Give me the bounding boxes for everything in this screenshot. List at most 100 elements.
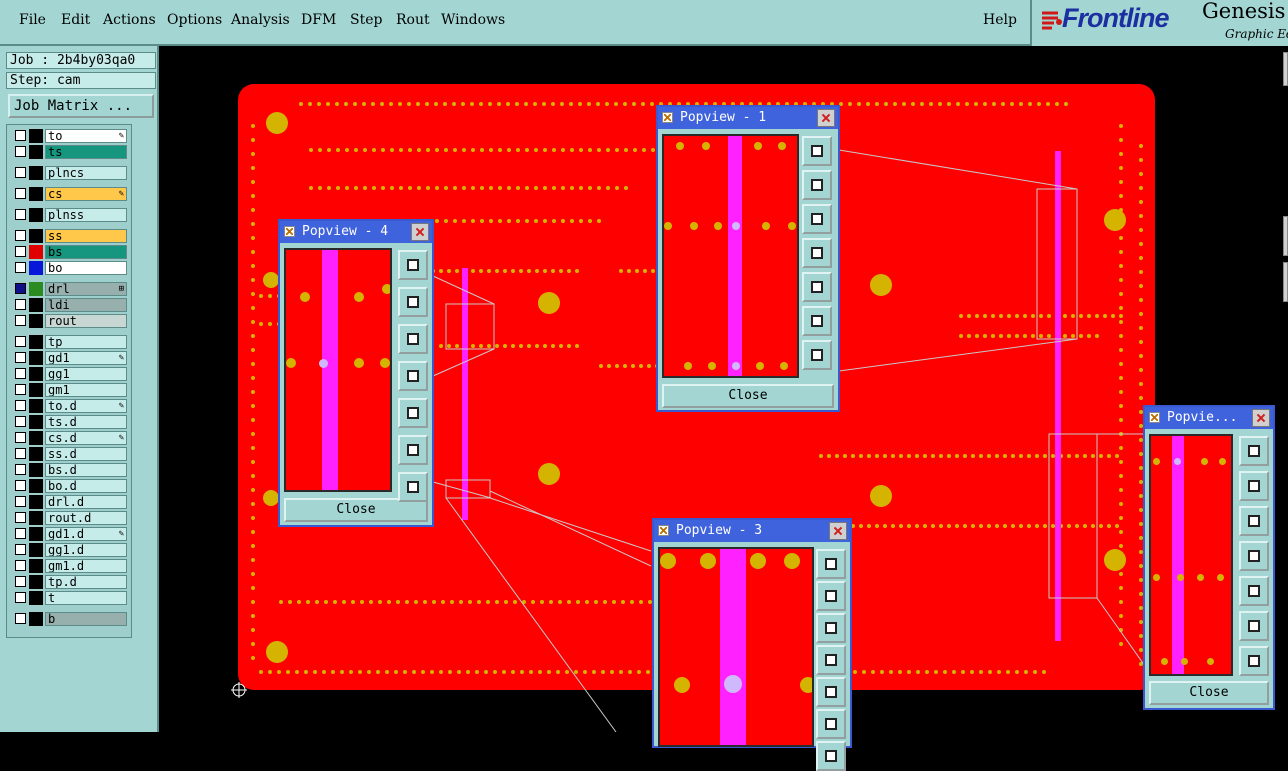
- layer-name[interactable]: ts.d: [45, 415, 127, 429]
- zoom-out-icon[interactable]: [802, 340, 832, 370]
- layer-name[interactable]: gm1.d: [45, 559, 127, 573]
- zoom-home-icon[interactable]: [1239, 436, 1269, 466]
- layer-color-swatch[interactable]: [29, 575, 43, 589]
- menu-help[interactable]: Help: [983, 12, 1017, 28]
- pan-right-icon[interactable]: [398, 398, 428, 428]
- layer-row-to-d[interactable]: to.d ✎: [11, 399, 129, 413]
- layer-row-gg1-d[interactable]: gg1.d: [11, 543, 129, 557]
- layer-checkbox[interactable]: [15, 246, 26, 257]
- layer-name[interactable]: gd1.d ✎: [45, 527, 127, 541]
- layer-color-swatch[interactable]: [29, 383, 43, 397]
- layer-row-bs[interactable]: bs: [11, 245, 129, 259]
- layer-name[interactable]: drl ⊞: [45, 282, 127, 296]
- pan-left-icon[interactable]: [802, 238, 832, 268]
- menu-actions[interactable]: Actions: [103, 12, 156, 28]
- layer-row-bs-d[interactable]: bs.d: [11, 463, 129, 477]
- layer-color-swatch[interactable]: [29, 612, 43, 626]
- layer-name[interactable]: tp.d: [45, 575, 127, 589]
- layer-color-swatch[interactable]: [29, 479, 43, 493]
- pan-down-icon[interactable]: [802, 204, 832, 234]
- menu-analysis[interactable]: Analysis: [231, 12, 290, 28]
- layer-name[interactable]: bo.d: [45, 479, 127, 493]
- layer-checkbox[interactable]: [15, 576, 26, 587]
- layer-row-gg1[interactable]: gg1: [11, 367, 129, 381]
- layer-row-gd1[interactable]: gd1 ✎: [11, 351, 129, 365]
- layer-color-swatch[interactable]: [29, 261, 43, 275]
- layer-color-swatch[interactable]: [29, 229, 43, 243]
- popview-3-view[interactable]: [658, 547, 814, 747]
- layer-name[interactable]: cs.d ✎: [45, 431, 127, 445]
- layer-checkbox[interactable]: [15, 209, 26, 220]
- layer-name[interactable]: bs: [45, 245, 127, 259]
- zoom-out-icon[interactable]: [816, 741, 846, 771]
- layer-color-swatch[interactable]: [29, 298, 43, 312]
- layer-row-drl-d[interactable]: drl.d: [11, 495, 129, 509]
- layer-row-tp-d[interactable]: tp.d: [11, 575, 129, 589]
- layer-checkbox[interactable]: [15, 528, 26, 539]
- popview-1-window[interactable]: Popview - 1 Close: [656, 105, 840, 412]
- zoom-in-icon[interactable]: [1239, 611, 1269, 641]
- layer-row-ts-d[interactable]: ts.d: [11, 415, 129, 429]
- pan-up-icon[interactable]: [802, 170, 832, 200]
- layer-name[interactable]: cs ✎: [45, 187, 127, 201]
- right-edge-button[interactable]: [1283, 216, 1288, 256]
- layer-name[interactable]: to ✎: [45, 129, 127, 143]
- pan-right-icon[interactable]: [1239, 576, 1269, 606]
- layer-color-swatch[interactable]: [29, 415, 43, 429]
- layer-color-swatch[interactable]: [29, 166, 43, 180]
- layer-checkbox[interactable]: [15, 400, 26, 411]
- layer-name[interactable]: ts: [45, 145, 127, 159]
- layer-checkbox[interactable]: [15, 336, 26, 347]
- layer-color-swatch[interactable]: [29, 463, 43, 477]
- menu-file[interactable]: File: [19, 12, 46, 28]
- layer-checkbox[interactable]: [15, 448, 26, 459]
- layer-row-drl[interactable]: drl ⊞: [11, 282, 129, 296]
- job-matrix-button[interactable]: Job Matrix ...: [8, 94, 154, 118]
- pan-left-icon[interactable]: [398, 361, 428, 391]
- layer-name[interactable]: plnss: [45, 208, 127, 222]
- layer-row-ss-d[interactable]: ss.d: [11, 447, 129, 461]
- layer-name[interactable]: bo: [45, 261, 127, 275]
- zoom-in-icon[interactable]: [816, 709, 846, 739]
- zoom-in-icon[interactable]: [802, 306, 832, 336]
- popview-5-close-button[interactable]: Close: [1149, 681, 1269, 705]
- layer-color-swatch[interactable]: [29, 367, 43, 381]
- popview-1-view[interactable]: [662, 134, 799, 378]
- layer-name[interactable]: gm1: [45, 383, 127, 397]
- layer-color-swatch[interactable]: [29, 335, 43, 349]
- layer-row-t[interactable]: t: [11, 591, 129, 605]
- pan-left-icon[interactable]: [816, 645, 846, 675]
- layer-color-swatch[interactable]: [29, 431, 43, 445]
- layer-checkbox[interactable]: [15, 262, 26, 273]
- zoom-in-icon[interactable]: [398, 435, 428, 465]
- layer-color-swatch[interactable]: [29, 245, 43, 259]
- layer-color-swatch[interactable]: [29, 282, 43, 296]
- layer-row-rout[interactable]: rout: [11, 314, 129, 328]
- layer-name[interactable]: gd1 ✎: [45, 351, 127, 365]
- layer-checkbox[interactable]: [15, 352, 26, 363]
- layer-name[interactable]: b: [45, 612, 127, 626]
- layer-name[interactable]: rout: [45, 314, 127, 328]
- layer-checkbox[interactable]: [15, 283, 26, 294]
- layer-color-swatch[interactable]: [29, 314, 43, 328]
- menu-step[interactable]: Step: [350, 12, 382, 28]
- layer-row-plnss[interactable]: plnss: [11, 208, 129, 222]
- layer-color-swatch[interactable]: [29, 559, 43, 573]
- layer-checkbox[interactable]: [15, 464, 26, 475]
- pan-right-icon[interactable]: [802, 272, 832, 302]
- layer-row-cs-d[interactable]: cs.d ✎: [11, 431, 129, 445]
- layer-name[interactable]: to.d ✎: [45, 399, 127, 413]
- layer-row-bo-d[interactable]: bo.d: [11, 479, 129, 493]
- layer-name[interactable]: tp: [45, 335, 127, 349]
- layer-row-bo[interactable]: bo: [11, 261, 129, 275]
- layer-name[interactable]: ss: [45, 229, 127, 243]
- layer-color-swatch[interactable]: [29, 527, 43, 541]
- layer-checkbox[interactable]: [15, 230, 26, 241]
- zoom-home-icon[interactable]: [816, 549, 846, 579]
- layer-color-swatch[interactable]: [29, 495, 43, 509]
- layer-checkbox[interactable]: [15, 315, 26, 326]
- menu-options[interactable]: Options: [167, 12, 222, 28]
- layer-name[interactable]: gg1: [45, 367, 127, 381]
- layer-row-b[interactable]: b: [11, 612, 129, 626]
- menu-edit[interactable]: Edit: [61, 12, 90, 28]
